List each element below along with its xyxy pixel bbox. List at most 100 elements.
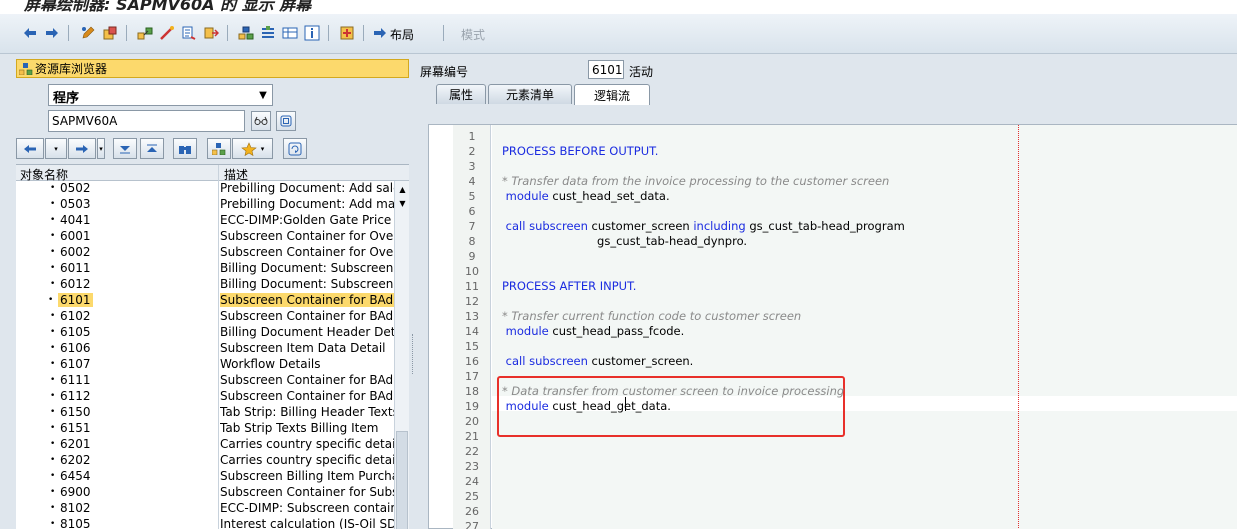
table-row[interactable]: 6111 Subscreen Container for BAdI L: [16, 373, 394, 389]
object-code: 0503: [50, 197, 90, 211]
object-code: 0502: [50, 181, 90, 195]
object-navigator-icon[interactable]: [236, 23, 256, 43]
object-description: Tab Strip Texts Billing Item: [220, 421, 379, 435]
table-row[interactable]: 4041 ECC-DIMP:Golden Gate Price Pr: [16, 213, 394, 229]
object-description: Tab Strip: Billing Header Texts: [220, 405, 394, 419]
code-line: call subscreen customer_screen.: [502, 354, 694, 369]
code-keyword: including: [693, 219, 746, 233]
table-row-selected[interactable]: 6101 Subscreen Container for BAdI L: [16, 293, 394, 309]
code-line: module cust_head_set_data.: [502, 189, 670, 204]
object-code: 6112: [50, 389, 90, 403]
table-row[interactable]: 6202 Carries country specific detail sc: [16, 453, 394, 469]
check-icon[interactable]: [135, 23, 155, 43]
line-number: 24: [465, 475, 479, 488]
table-row[interactable]: 6107 Workflow Details: [16, 357, 394, 373]
table-row[interactable]: 6002 Subscreen Container for Overvi: [16, 245, 394, 261]
tab-flow-logic[interactable]: 逻辑流: [574, 84, 650, 105]
object-code: 6454: [50, 469, 90, 483]
object-description: Subscreen Container for BAdI L: [220, 293, 394, 307]
previous-object-icon[interactable]: [16, 138, 44, 159]
table-row[interactable]: 8105 Interest calculation (IS-Oil SDP: [16, 517, 394, 529]
layout-button[interactable]: 布局: [390, 26, 414, 43]
info-icon[interactable]: [302, 23, 322, 43]
table-scrollbar[interactable]: ▲ ▼: [394, 181, 409, 529]
table-row[interactable]: 6150 Tab Strip: Billing Header Texts: [16, 405, 394, 421]
tab-attributes[interactable]: 属性: [436, 84, 486, 104]
code-keyword: call subscreen: [502, 354, 588, 368]
scroll-up-icon[interactable]: ▲: [397, 185, 408, 194]
table-row[interactable]: 6106 Subscreen Item Data Detail: [16, 341, 394, 357]
object-code: 8105: [50, 517, 90, 529]
object-description: ECC-DIMP:Golden Gate Price Pr: [220, 213, 394, 227]
table-row[interactable]: 6900 Subscreen Container for Subscr: [16, 485, 394, 501]
object-code: 6011: [50, 261, 90, 275]
layout-arrow-icon[interactable]: [370, 23, 390, 43]
flow-logic-editor[interactable]: 1 2 3 4 5 6 7 8 9 10 11 12 13 14 15 16 17 18 19 20 21 22 23 24 2…: [428, 124, 1237, 529]
table-row[interactable]: 0502 Prebilling Document: Add sales: [16, 181, 394, 197]
table-row[interactable]: 6105 Billing Document Header Detail: [16, 325, 394, 341]
next-dropdown-icon[interactable]: ▾: [97, 138, 105, 159]
element-list-icon[interactable]: [258, 23, 278, 43]
line-number: 3: [468, 160, 476, 173]
code-text: gs_cust_tab-head_program: [745, 219, 905, 233]
scrollbar-thumb[interactable]: [396, 431, 408, 529]
screen-number-field[interactable]: 6101: [588, 60, 624, 79]
line-number: 25: [465, 490, 479, 503]
line-number: 10: [465, 265, 479, 278]
table-row[interactable]: 6001 Subscreen Container for Overvi: [16, 229, 394, 245]
table-row[interactable]: 6201 Carries country specific detail sc: [16, 437, 394, 453]
line-number: 22: [465, 445, 479, 458]
object-type-select[interactable]: 程序 ▼: [48, 84, 273, 106]
table-row[interactable]: 6012 Billing Document: Subscreen, G: [16, 277, 394, 293]
tab-element-list[interactable]: 元素清单: [488, 84, 572, 104]
line-number: 6: [468, 205, 476, 218]
scroll-down-icon[interactable]: ▼: [397, 199, 408, 208]
object-description: ECC-DIMP: Subscreen container: [220, 501, 394, 515]
next-object-icon[interactable]: [68, 138, 96, 159]
code-comment: * Transfer data from the invoice process…: [502, 174, 890, 188]
table-row[interactable]: 6011 Billing Document: Subscreen, G: [16, 261, 394, 277]
code-keyword: PROCESS BEFORE OUTPUT.: [502, 144, 659, 158]
collapse-icon[interactable]: [113, 138, 137, 159]
where-used-icon[interactable]: [179, 23, 199, 43]
line-number: 26: [465, 505, 479, 518]
activate-icon[interactable]: [157, 23, 177, 43]
object-description: Carries country specific detail sc: [220, 437, 394, 451]
line-number-gutter: 1 2 3 4 5 6 7 8 9 10 11 12 13 14 15 16 17 18 19 20 21 22 23 24 2…: [453, 125, 491, 529]
repository-browser-pane: 资源库浏览器 程序 ▼ SAPMV60A ▾ ▾ ▾ 对象名称 描述 • 050…: [0, 54, 410, 529]
hierarchy-icon[interactable]: [207, 138, 231, 159]
favorites-icon[interactable]: ▾: [232, 138, 273, 159]
display-object-list-icon[interactable]: [201, 23, 221, 43]
other-object-icon[interactable]: [100, 23, 120, 43]
title-bar: 屏幕绘制器: SAPMV60A 的 显示 屏幕: [0, 0, 1237, 14]
line-number: 4: [468, 175, 476, 188]
layout-grid-icon[interactable]: [280, 23, 300, 43]
back-icon[interactable]: [20, 23, 40, 43]
refresh-icon[interactable]: [283, 138, 307, 159]
table-row[interactable]: 6112 Subscreen Container for BAdI L: [16, 389, 394, 405]
table-row[interactable]: 8102 ECC-DIMP: Subscreen container: [16, 501, 394, 517]
repository-browser-header[interactable]: 资源库浏览器: [16, 59, 409, 78]
forward-icon[interactable]: [42, 23, 62, 43]
toggle-display-change-icon[interactable]: [78, 23, 98, 43]
value-help-icon[interactable]: [276, 111, 296, 131]
table-row[interactable]: 6151 Tab Strip Texts Billing Item: [16, 421, 394, 437]
code-area[interactable]: PROCESS BEFORE OUTPUT. * Transfer data fr…: [492, 125, 1237, 529]
object-description: Subscreen Container for BAdI L: [220, 373, 394, 387]
table-row[interactable]: 6102 Subscreen Container for BAdI L: [16, 309, 394, 325]
previous-dropdown-icon[interactable]: ▾: [45, 138, 67, 159]
binoculars-icon[interactable]: [173, 138, 197, 159]
display-glasses-icon[interactable]: [251, 111, 271, 131]
application-toolbar: 布局 模式: [0, 14, 1237, 54]
code-keyword: call subscreen: [502, 219, 588, 233]
code-comment: * Transfer current function code to cust…: [502, 309, 802, 323]
table-row[interactable]: 6454 Subscreen Billing Item Purchasir: [16, 469, 394, 485]
enhance-icon[interactable]: [337, 23, 357, 43]
expand-icon[interactable]: [140, 138, 164, 159]
chevron-down-icon[interactable]: ▼: [254, 85, 272, 105]
object-name-input[interactable]: SAPMV60A: [48, 110, 245, 132]
code-line: module cust_head_pass_fcode.: [502, 324, 685, 339]
line-number: 16: [465, 355, 479, 368]
object-code: 6102: [50, 309, 90, 323]
table-row[interactable]: 0503 Prebilling Document: Add manu: [16, 197, 394, 213]
